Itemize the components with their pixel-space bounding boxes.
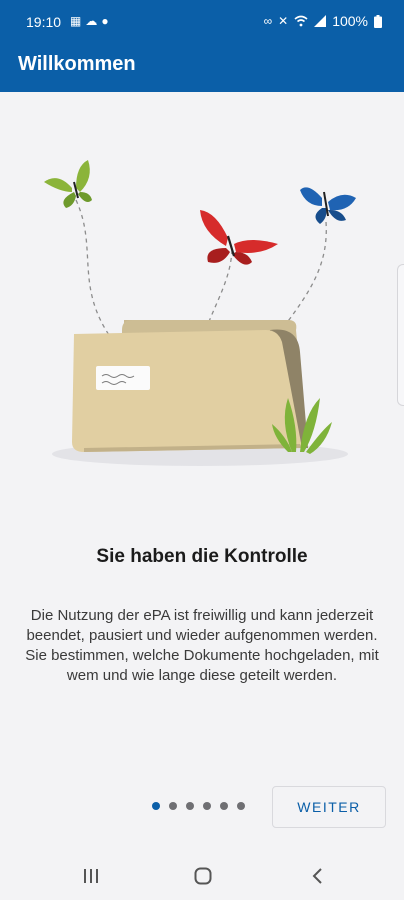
calendar-icon: ▦ xyxy=(70,14,86,28)
page-dot-3[interactable] xyxy=(186,802,194,810)
page-title: Willkommen xyxy=(18,53,136,75)
link-icon: ∞ xyxy=(263,14,273,28)
onboarding-headline: Sie haben die Kontrolle xyxy=(96,546,308,567)
onboarding-body: Die Nutzung der ePA ist freiwillig und k… xyxy=(25,607,379,684)
home-icon[interactable] xyxy=(188,864,218,888)
next-button[interactable]: WEITER xyxy=(272,786,386,828)
bulb-icon: ● xyxy=(101,14,113,28)
battery-level: 100% xyxy=(332,13,368,29)
red-butterfly xyxy=(200,210,278,265)
onboarding-page[interactable] xyxy=(0,92,404,850)
mute-icon: ✕ xyxy=(278,14,289,28)
green-butterfly xyxy=(44,160,92,208)
system-nav-bar xyxy=(0,850,404,900)
page-indicator xyxy=(152,802,245,810)
battery-icon xyxy=(374,14,382,28)
recent-apps-icon[interactable] xyxy=(76,864,106,888)
page-dot-2[interactable] xyxy=(169,802,177,810)
page-dot-4[interactable] xyxy=(203,802,211,810)
app-bar: Willkommen xyxy=(0,44,404,92)
back-icon[interactable] xyxy=(302,864,332,888)
next-page-peek xyxy=(397,264,404,406)
folder-butterflies-illustration xyxy=(44,160,356,466)
page-dot-5[interactable] xyxy=(220,802,228,810)
wifi-icon xyxy=(294,15,308,27)
page-dot-6[interactable] xyxy=(237,802,245,810)
status-time: 19:10 xyxy=(26,14,62,30)
status-notification-icons: ▦☁● xyxy=(70,14,113,28)
page-dot-1[interactable] xyxy=(152,802,160,810)
status-bar: 19:10 ▦☁● ∞ ✕ 100% xyxy=(0,0,404,44)
blue-butterfly xyxy=(300,187,356,224)
cloud-icon: ☁ xyxy=(85,14,102,28)
status-system-icons: ∞ ✕ 100% xyxy=(264,13,382,29)
signal-icon xyxy=(314,15,327,27)
